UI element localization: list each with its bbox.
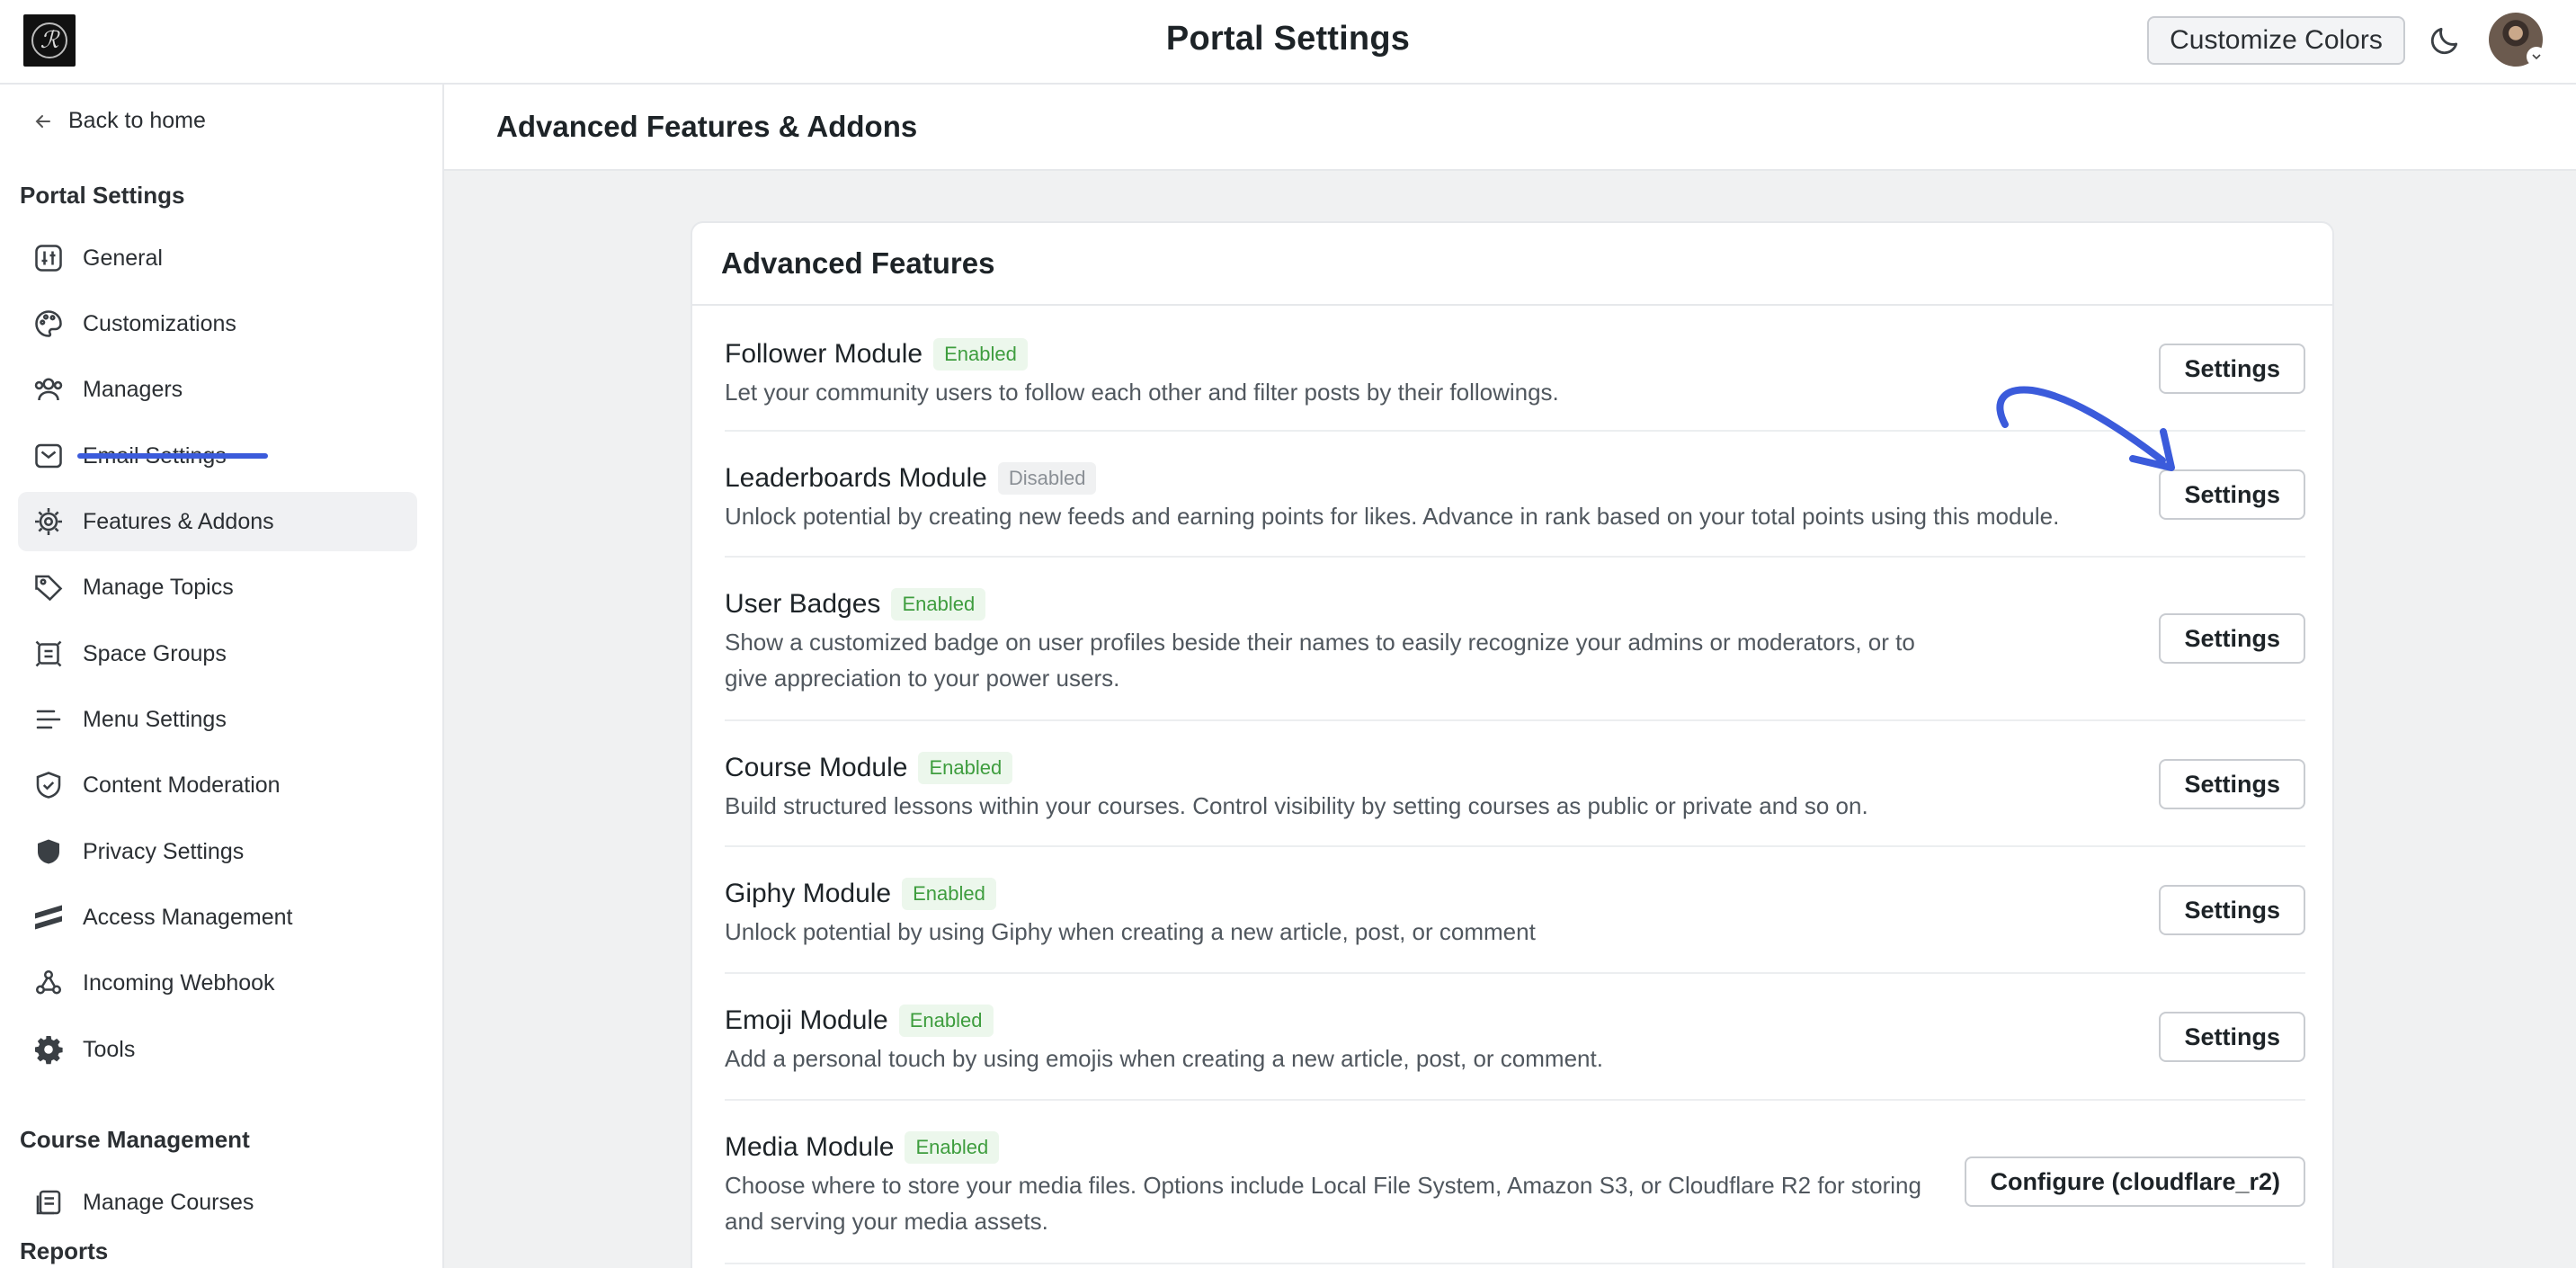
feature-description: Add a personal touch by using emojis whe… (725, 1045, 1603, 1072)
feature-description: Unlock potential by creating new feeds a… (725, 503, 2060, 530)
general-icon (35, 245, 62, 272)
user-badges-settings-button[interactable]: Settings (2159, 613, 2305, 664)
status-badge: Enabled (891, 588, 986, 621)
main-title: Advanced Features & Addons (496, 110, 918, 143)
sidebar-item-label: Content Moderation (83, 772, 281, 798)
sidebar-item-general[interactable]: General (18, 228, 417, 288)
top-bar: ℛ Portal Settings Customize Colors (0, 0, 2576, 85)
media-configure-button[interactable]: Configure (cloudflare_r2) (1965, 1156, 2305, 1207)
section-course-management: Course Management (20, 1126, 250, 1153)
sidebar-item-label: Access Management (83, 904, 293, 930)
customize-colors-button[interactable]: Customize Colors (2147, 16, 2405, 65)
sidebar-item-space-groups[interactable]: Space Groups (18, 624, 417, 683)
sidebar-item-label: Manage Courses (83, 1189, 254, 1215)
sidebar-item-manage-topics[interactable]: Manage Topics (18, 558, 417, 617)
cpu-icon (35, 508, 62, 535)
palette-icon (35, 310, 62, 337)
gear-icon (35, 1036, 63, 1065)
sidebar-item-customizations[interactable]: Customizations (18, 294, 417, 353)
sidebar-item-label: Privacy Settings (83, 838, 245, 864)
shield-icon (38, 839, 59, 864)
card-title: Advanced Features (721, 246, 995, 280)
sidebar-item-tools[interactable]: Tools (18, 1020, 417, 1079)
tag-icon (35, 575, 63, 602)
feature-description: Let your community users to follow each … (725, 379, 1559, 406)
sidebar-item-incoming-webhook[interactable]: Incoming Webhook (18, 953, 417, 1013)
feature-row-user-badges: User Badges Enabled Show a customized ba… (725, 558, 2305, 721)
emoji-settings-button[interactable]: Settings (2159, 1012, 2305, 1062)
sidebar-item-menu-settings[interactable]: Menu Settings (18, 690, 417, 749)
status-badge: Enabled (918, 752, 1013, 784)
annotation-arrow-icon (1996, 386, 2175, 471)
status-badge: Disabled (997, 462, 1097, 495)
sidebar-item-label: Incoming Webhook (83, 969, 275, 996)
feature-name: Course Module (725, 753, 908, 782)
menu-icon (36, 710, 61, 729)
status-badge: Enabled (933, 338, 1028, 371)
active-item-underline (77, 453, 268, 459)
feature-row-emoji: Emoji Module Enabled Add a personal touc… (725, 974, 2305, 1101)
main-header: Advanced Features & Addons (444, 85, 2576, 171)
sidebar-item-access-management[interactable]: Access Management (18, 888, 417, 947)
feature-row-course: Course Module Enabled Build structured l… (725, 721, 2305, 847)
feature-description: Unlock potential by using Giphy when cre… (725, 918, 1536, 945)
sidebar: Back to home Portal Settings General Cus… (0, 85, 444, 1268)
back-to-home-link[interactable]: Back to home (32, 108, 206, 134)
feature-row-giphy: Giphy Module Enabled Unlock potential by… (725, 847, 2305, 974)
feature-description: Show a customized badge on user profiles… (725, 629, 1915, 692)
feature-description: Choose where to store your media files. … (725, 1172, 1921, 1235)
sidebar-item-label: Manage Topics (83, 574, 234, 600)
courses-icon (36, 1190, 61, 1215)
sidebar-item-label: Tools (83, 1036, 136, 1062)
giphy-settings-button[interactable]: Settings (2159, 885, 2305, 935)
shield-check-icon (36, 772, 61, 799)
sidebar-item-label: General (83, 245, 163, 271)
users-icon (34, 378, 63, 401)
sidebar-item-label: Menu Settings (83, 706, 227, 732)
arrow-left-icon (35, 114, 50, 128)
sidebar-item-privacy-settings[interactable]: Privacy Settings (18, 822, 417, 881)
sidebar-item-content-moderation[interactable]: Content Moderation (18, 755, 417, 815)
status-badge: Enabled (898, 1005, 994, 1037)
feature-description: Build structured lessons within your cou… (725, 792, 1868, 819)
webhook-icon (35, 969, 62, 995)
sidebar-item-manage-courses[interactable]: Manage Courses (18, 1173, 417, 1232)
moon-icon[interactable] (2428, 23, 2462, 58)
back-label: Back to home (68, 108, 206, 133)
feature-name: Giphy Module (725, 879, 892, 908)
feature-name: User Badges (725, 589, 881, 619)
access-icon (35, 905, 62, 930)
mail-icon (35, 443, 62, 469)
sidebar-item-managers[interactable]: Managers (18, 360, 417, 419)
chevron-down-icon[interactable] (2527, 47, 2546, 67)
feature-row-media: Media Module Enabled Choose where to sto… (725, 1101, 2305, 1264)
sidebar-item-label: Features & Addons (83, 508, 274, 534)
section-portal-settings: Portal Settings (20, 182, 185, 209)
feature-name: Media Module (725, 1132, 895, 1162)
sidebar-item-label: Managers (83, 376, 183, 402)
course-settings-button[interactable]: Settings (2159, 759, 2305, 809)
feature-name: Emoji Module (725, 1005, 888, 1035)
status-badge: Enabled (902, 878, 996, 910)
feature-name: Leaderboards Module (725, 463, 987, 493)
grid-icon (35, 640, 62, 667)
sidebar-item-label: Space Groups (83, 640, 227, 666)
sidebar-item-features-addons[interactable]: Features & Addons (18, 492, 417, 551)
section-reports: Reports (20, 1237, 109, 1264)
sidebar-item-label: Customizations (83, 310, 236, 336)
feature-name: Follower Module (725, 339, 923, 369)
status-badge: Enabled (905, 1131, 1000, 1164)
